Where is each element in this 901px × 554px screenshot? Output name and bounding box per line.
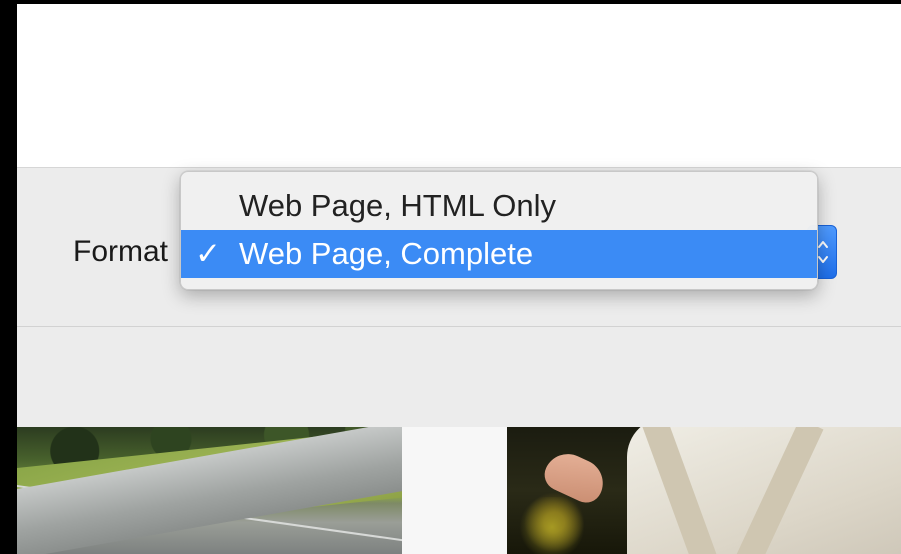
- browser-content-area: [17, 4, 901, 167]
- menu-item-label: Web Page, Complete: [239, 236, 534, 271]
- menu-item-label: Web Page, HTML Only: [239, 188, 557, 223]
- menu-item-web-page-complete[interactable]: ✓ Web Page, Complete: [181, 230, 817, 278]
- screen: Format Web Page, HTML Only ✓ Web Page, C…: [0, 0, 901, 554]
- save-dialog-lower-bar: [17, 327, 901, 427]
- checkmark-icon: ✓: [195, 236, 221, 271]
- landscape-photo: [17, 427, 402, 554]
- format-dropdown-menu: Web Page, HTML Only ✓ Web Page, Complete: [180, 171, 818, 290]
- up-down-chevron-icon: [817, 235, 829, 272]
- format-label: Format: [73, 235, 169, 268]
- menu-item-web-page-html-only[interactable]: Web Page, HTML Only: [181, 182, 817, 230]
- priest-photo: [507, 427, 901, 554]
- screen-left-edge: [0, 0, 17, 554]
